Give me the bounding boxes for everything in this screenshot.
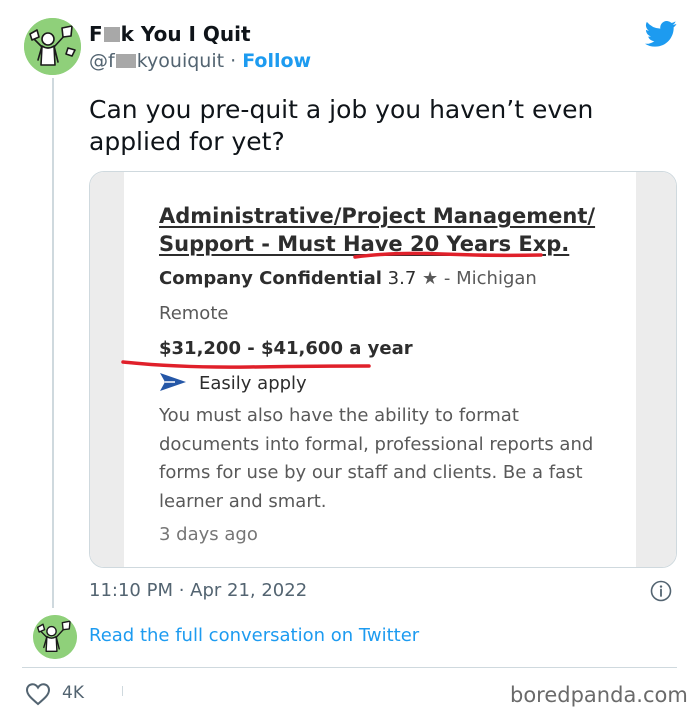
avatar-illustration <box>33 615 77 659</box>
handle-end[interactable]: kyouiquit <box>137 50 224 72</box>
send-arrow-icon <box>160 373 186 391</box>
avatar-small[interactable] <box>33 615 77 659</box>
posted-date: 3 days ago <box>159 524 258 545</box>
card-margin-right <box>636 172 676 567</box>
like-count[interactable]: 4K <box>62 683 84 703</box>
heart-icon[interactable] <box>25 682 51 706</box>
company-rating: 3.7 <box>387 268 417 289</box>
star-icon: ★ <box>422 268 439 289</box>
company-name: Company Confidential <box>159 268 382 289</box>
divider <box>22 667 677 668</box>
display-name-end: k You I Quit <box>120 22 251 46</box>
company-row: Company Confidential 3.7 ★ - Michigan <box>159 268 537 289</box>
thread-line <box>52 78 54 608</box>
avatar-illustration <box>24 18 81 75</box>
handle-separator: · <box>224 50 243 72</box>
job-location: - Michigan <box>443 268 537 289</box>
avatar[interactable] <box>24 18 81 75</box>
action-separator <box>122 686 123 696</box>
display-name[interactable]: Fk You I Quit <box>89 22 251 46</box>
salary: $31,200 - $41,600 a year <box>159 338 413 359</box>
follow-button[interactable]: Follow <box>242 50 311 72</box>
work-type: Remote <box>159 303 229 324</box>
handle-line: @f kyouiquit · Follow <box>89 50 311 72</box>
censor-block <box>115 54 136 68</box>
job-description: You must also have the ability to format… <box>159 405 594 512</box>
card-margin-left <box>90 172 124 567</box>
embedded-image[interactable]: Administrative/Project Management/ Suppo… <box>89 171 677 568</box>
twitter-bird-icon[interactable] <box>645 20 677 48</box>
tweet-timestamp[interactable]: 11:10 PM · Apr 21, 2022 <box>89 580 307 601</box>
read-conversation-link[interactable]: Read the full conversation on Twitter <box>89 625 419 646</box>
info-icon[interactable] <box>650 580 672 602</box>
watermark: boredpanda.com <box>510 683 688 707</box>
easy-apply-label: Easily apply <box>199 373 307 394</box>
red-underline-title <box>353 251 543 259</box>
display-name-start: F <box>89 22 103 46</box>
easy-apply-row: Easily apply <box>159 372 307 394</box>
censor-block <box>103 27 120 42</box>
handle-start[interactable]: @f <box>89 50 115 72</box>
tweet-text: Can you pre-quit a job you haven’t even … <box>89 95 594 156</box>
